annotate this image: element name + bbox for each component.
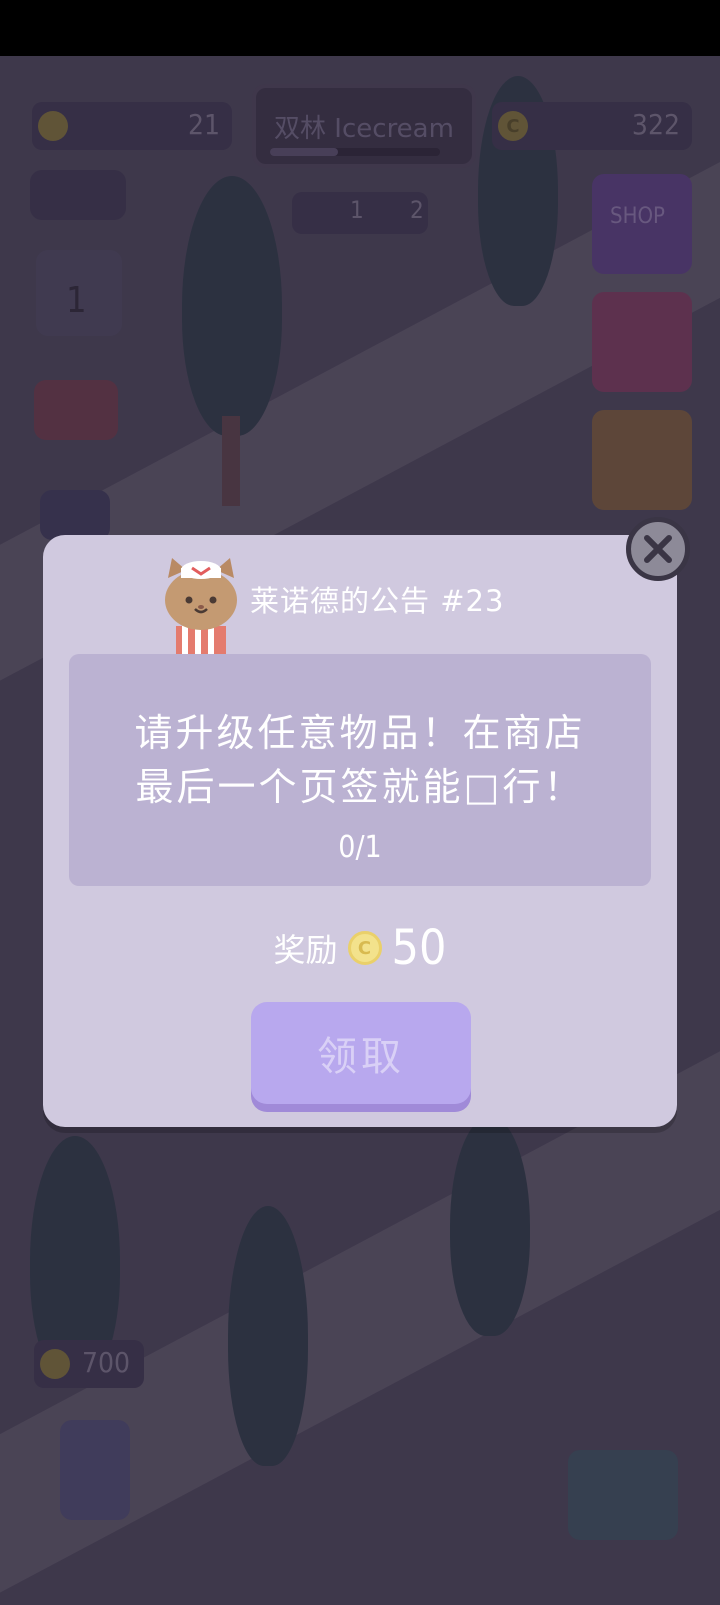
claim-label: 领取 [317,1034,405,1080]
claim-button[interactable]: 领取 [251,1002,471,1104]
coin-icon: C [347,931,382,965]
dialog-title: 莱诺德的公告 #23 [250,584,505,618]
message-line-2: 最后一个页签就能□行！ [135,765,585,809]
cat-chef-icon [165,558,237,654]
reward-value: 50 [391,920,447,976]
task-progress: 0/1 [338,830,382,865]
reward-row: 奖励 C 50 [69,918,651,978]
reward-label: 奖励 [273,931,338,969]
close-button[interactable] [626,517,690,581]
status-bar [0,0,720,56]
message-line-1: 请升级任意物品！在商店 [134,711,586,755]
close-icon [644,535,672,563]
message-text: 请升级任意物品！在商店 最后一个页签就能□行！ [69,706,651,814]
